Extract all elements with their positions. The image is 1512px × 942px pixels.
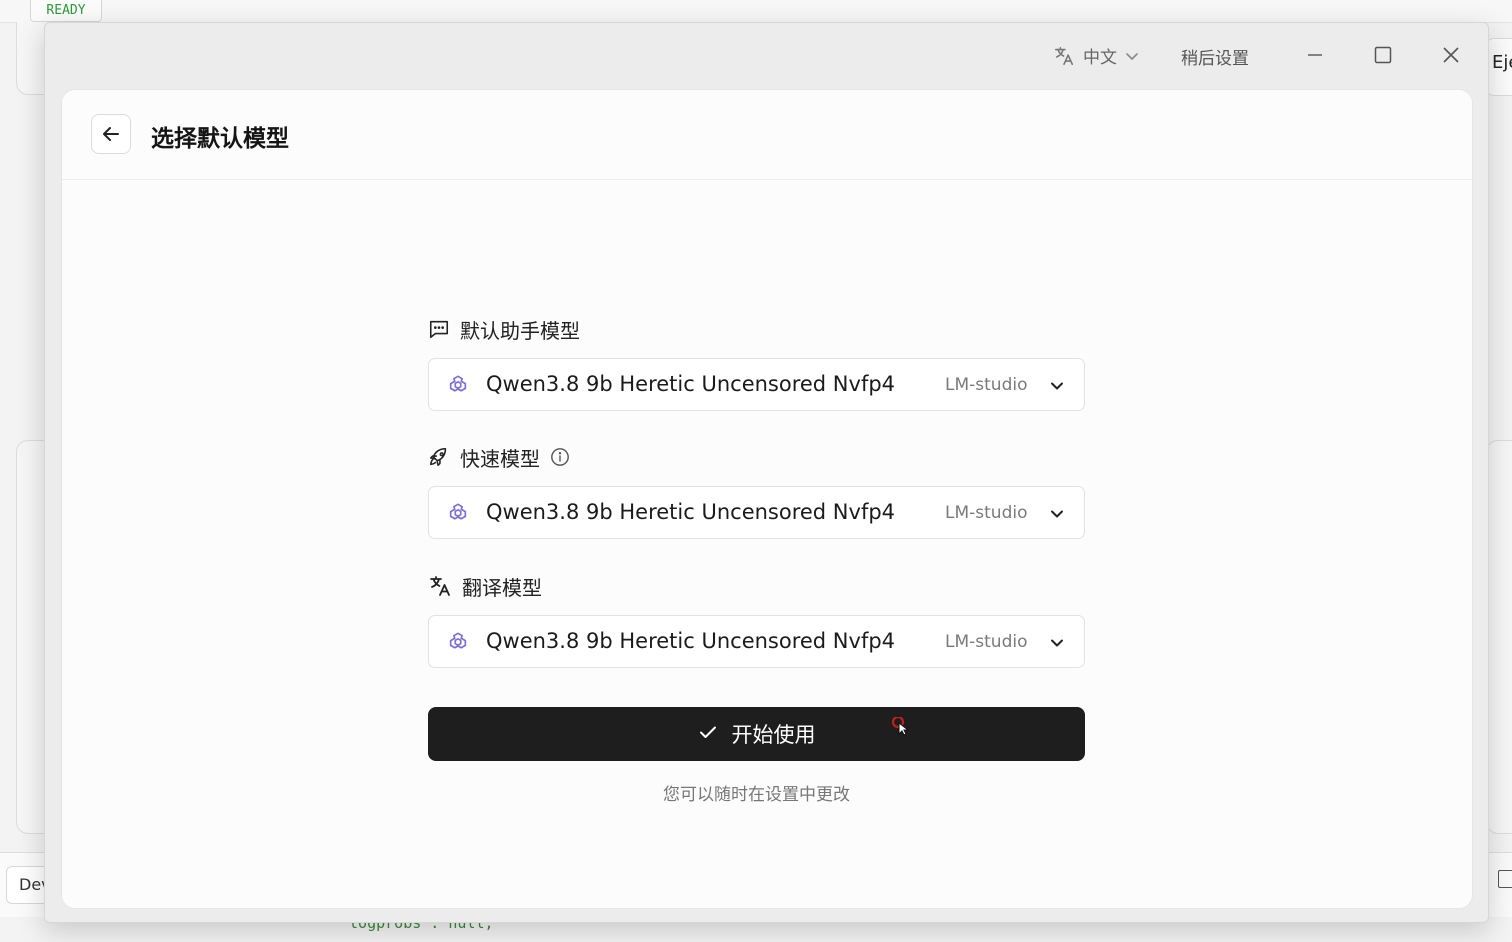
minimize-icon [1308,54,1322,56]
check-icon [698,722,718,747]
page-title: 选择默认模型 [151,126,289,152]
model-name: Qwen3.8 9b Heretic Uncensored Nvfp4 [486,372,896,396]
default-assistant-model-section: 默认助手模型 Qwen3.8 9b Heretic Uncensored Nvf… [428,314,1085,411]
card-header: 选择默认模型 [62,90,1472,180]
model-select-dropdown[interactable]: Qwen3.8 9b Heretic Uncensored Nvfp4 LM-s… [428,615,1085,668]
chevron-down-icon [1049,635,1065,655]
section-title: 快速模型 [460,446,540,471]
model-name: Qwen3.8 9b Heretic Uncensored Nvfp4 [486,500,896,524]
section-title: 默认助手模型 [460,318,580,343]
title-bar: 中文 稍后设置 [45,23,1488,87]
arrow-left-icon [103,127,119,141]
start-button-label: 开始使用 [731,723,816,747]
translate-icon [1053,45,1075,67]
maximize-button[interactable] [1363,37,1403,73]
chevron-down-icon [1049,378,1065,398]
qwen-model-icon [447,502,469,528]
eject-button-text[interactable]: Eje [1492,52,1512,73]
qwen-model-icon [447,631,469,657]
background-panel-right [1486,440,1512,834]
section-title: 翻译模型 [462,575,542,600]
model-selection-card: 选择默认模型 默认助手模型 Qwen3.8 9b Heretic Uncenso… [61,89,1473,909]
translate-icon [428,574,452,598]
set-later-button[interactable]: 稍后设置 [1181,44,1249,69]
maximize-icon [1374,46,1392,64]
model-select-dropdown[interactable]: Qwen3.8 9b Heretic Uncensored Nvfp4 LM-s… [428,358,1085,411]
hint-text: 您可以随时在设置中更改 [663,785,850,805]
provider-label: LM-studio [945,503,1028,523]
background-topbar [0,0,1512,23]
back-button[interactable] [91,114,131,154]
chevron-down-icon [1049,506,1065,526]
section-label: 快速模型 [428,442,1085,472]
rocket-icon [428,446,450,468]
translate-model-section: 翻译模型 Qwen3.8 9b Heretic Uncensored Nvfp4… [428,571,1085,668]
setup-window: 中文 稍后设置 选择默认模型 默认助手模型 Qwen3.8 9b Heretic… [44,22,1489,923]
section-label: 翻译模型 [428,571,1085,601]
info-icon[interactable] [550,447,570,467]
close-button[interactable] [1431,37,1471,73]
section-label: 默认助手模型 [428,314,1085,344]
model-name: Qwen3.8 9b Heretic Uncensored Nvfp4 [486,629,896,653]
chevron-down-icon [1125,49,1139,63]
start-using-button[interactable]: 开始使用 [428,707,1085,761]
chat-icon [428,318,450,340]
fast-model-section: 快速模型 Qwen3.8 9b Heretic Uncensored Nvfp4… [428,442,1085,539]
qwen-model-icon [447,374,469,400]
ready-status-badge: READY [30,0,102,22]
language-label: 中文 [1083,48,1117,68]
model-select-dropdown[interactable]: Qwen3.8 9b Heretic Uncensored Nvfp4 LM-s… [428,486,1085,539]
panel-toggle-icon[interactable] [1498,870,1512,888]
provider-label: LM-studio [945,632,1028,652]
language-selector[interactable]: 中文 [1053,43,1139,68]
minimize-button[interactable] [1295,37,1335,73]
close-icon [1443,47,1459,63]
provider-label: LM-studio [945,375,1028,395]
mouse-cursor-icon [891,715,910,741]
